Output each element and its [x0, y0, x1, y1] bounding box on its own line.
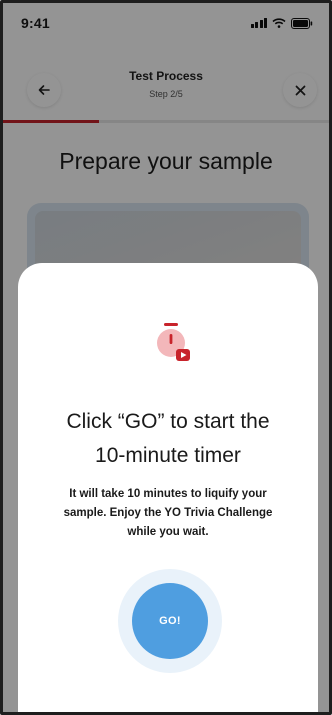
phone-screen: 9:41 Test Process Step 2/5 Prepare your … — [0, 0, 332, 715]
go-button[interactable]: GO! — [132, 583, 208, 659]
modal-description: It will take 10 minutes to liquify your … — [32, 485, 304, 542]
modal-title-line: 10-minute timer — [95, 444, 241, 467]
modal-description-line: sample. Enjoy the YO Trivia Challenge — [63, 507, 273, 519]
stopwatch-play-icon — [157, 323, 190, 361]
modal-description-line: while you wait. — [127, 526, 209, 538]
modal-title-line: Click “GO” to start the — [66, 410, 270, 433]
timer-modal: Click “GO” to start the 10-minute timer … — [18, 263, 318, 712]
modal-description-line: It will take 10 minutes to liquify your — [69, 488, 267, 500]
modal-title: Click “GO” to start the 10-minute timer — [28, 405, 308, 473]
